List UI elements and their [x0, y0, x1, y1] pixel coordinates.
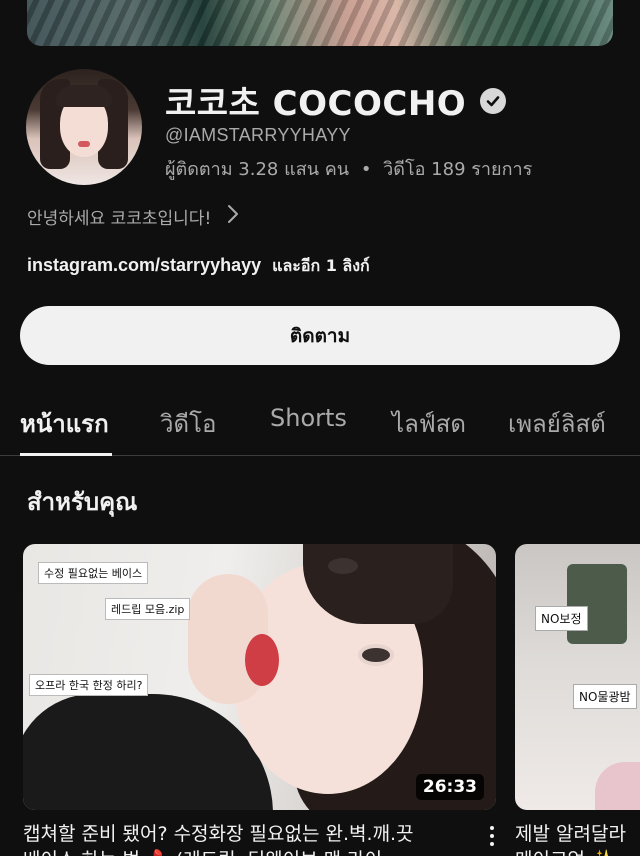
thumbnail-caption: 레드립 모음.zip [105, 598, 191, 620]
channel-name: 코코초 COCOCHO [165, 84, 467, 124]
video-count: วิดีโอ 189 รายการ [383, 159, 533, 180]
thumbnail-eye [328, 558, 358, 574]
thumbnail-lips [245, 634, 279, 686]
more-options-icon[interactable] [487, 826, 497, 852]
subscriber-count: ผู้ติดตาม 3.28 แสน คน [165, 159, 350, 180]
subscribe-button[interactable]: ติดตาม [20, 306, 620, 365]
channel-stats: ผู้ติดตาม 3.28 แสน คน • วิดีโอ 189 รายกา… [165, 154, 532, 183]
tab-shorts[interactable]: Shorts [270, 404, 347, 432]
video-thumbnail[interactable]: 수정 필요없는 베이스 레드립 모음.zip 오프라 한국 한정 하리? 26:… [23, 544, 496, 810]
thumbnail-caption: NO물광밤 [573, 684, 637, 709]
verified-check-icon [480, 87, 507, 114]
video-title[interactable]: 캡쳐할 준비 됐어? 수정화장 필요없는 완.벽.깨.끗 베이스 하는 법 💄 … [23, 821, 473, 856]
video-title-line: 베이스 하는 법 💄 (레드립, 딥웨이브 맨 라이 [23, 847, 473, 856]
thumbnail-caption: 오프라 한국 한정 하리? [29, 674, 149, 696]
video-thumbnail[interactable]: NO보정 NO물광밤 [515, 544, 640, 810]
tab-videos[interactable]: วิดีโอ [160, 404, 216, 443]
channel-name-row: 코코초 COCOCHO [165, 76, 507, 125]
active-tab-indicator [20, 453, 112, 456]
video-duration: 26:33 [415, 774, 484, 800]
tab-playlists[interactable]: เพลย์ลิสต์ [508, 404, 606, 443]
more-links[interactable]: และอีก 1 ลิงก์ [272, 256, 370, 275]
channel-banner [27, 0, 613, 46]
thumbnail-background [567, 564, 627, 644]
thumbnail-caption: NO보정 [535, 606, 588, 631]
stats-separator: • [360, 159, 372, 180]
channel-tabs: หน้าแรก วิดีโอ Shorts ไลฟ์สด เพลย์ลิสต์ [0, 388, 640, 456]
instagram-link[interactable]: instagram.com/starryyhayy [27, 255, 261, 275]
video-title[interactable]: 제발 알려달라 메이크업 ✨ [515, 821, 640, 856]
section-title: สำหรับคุณ [27, 488, 138, 516]
thumbnail-sweater [23, 694, 273, 810]
chevron-right-icon [227, 204, 239, 229]
channel-description: 안녕하세요 코코초입니다! [27, 209, 212, 229]
thumbnail-eye [358, 644, 394, 666]
tab-home[interactable]: หน้าแรก [20, 404, 109, 443]
avatar-lips [78, 141, 90, 147]
thumbnail-caption: 수정 필요없는 베이스 [38, 562, 149, 584]
video-title-line: 캡쳐할 준비 됐어? 수정화장 필요없는 완.벽.깨.끗 [23, 823, 414, 845]
channel-links-row: instagram.com/starryyhayy และอีก 1 ลิงก์ [27, 254, 370, 279]
video-title-line: 제발 알려달라 [515, 823, 626, 845]
channel-handle: @IAMSTARRYYHAYY [165, 125, 351, 145]
avatar-bangs [56, 85, 112, 107]
tab-live[interactable]: ไลฟ์สด [392, 404, 466, 443]
channel-avatar[interactable] [26, 69, 142, 185]
thumbnail-background [595, 762, 640, 810]
channel-description-row[interactable]: 안녕하세요 코코초입니다! [27, 204, 239, 229]
video-title-line: 메이크업 ✨ [515, 847, 640, 856]
